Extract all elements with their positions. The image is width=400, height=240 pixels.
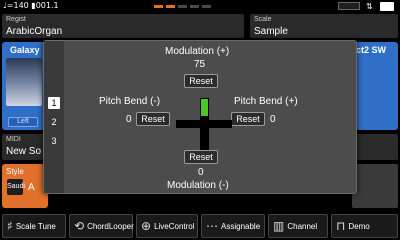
tempo-readout[interactable]: ♩=140 ▮001.1	[3, 1, 59, 10]
midi-label: MIDI	[6, 136, 21, 143]
modulation-level-indicator	[201, 99, 208, 116]
modulation-minus-value: 0	[198, 167, 204, 178]
demo-button[interactable]: ⊓ Demo	[331, 214, 398, 238]
left-badge[interactable]: Left	[8, 117, 38, 127]
style-label: Style	[6, 167, 24, 176]
tempo-value: ♩=140	[3, 1, 29, 10]
channel-icon: ▥	[273, 219, 285, 233]
style-value: A	[28, 182, 35, 193]
pitch-bend-minus-value: 0	[126, 114, 132, 125]
bar-beat-value: 001.1	[35, 1, 59, 10]
pitch-bend-minus-reset-button[interactable]: Reset	[136, 112, 170, 126]
demo-label: Demo	[348, 221, 370, 231]
scale-tune-label: Scale Tune	[15, 221, 56, 231]
scale-label: Scale	[254, 16, 272, 23]
popup-tab-2[interactable]: 2	[48, 116, 60, 128]
scale-panel[interactable]: Scale Sample	[250, 14, 398, 38]
midi-value: New So	[6, 146, 42, 157]
status-bar: ♩=140 ▮001.1 ⇅	[0, 0, 400, 12]
modulation-plus-value: 75	[194, 59, 206, 70]
beat-indicator-2	[166, 5, 175, 8]
midi-panel[interactable]: MIDI New So	[2, 134, 48, 160]
voice-left-title: Galaxy	[10, 45, 40, 55]
beat-indicator-5	[202, 5, 211, 8]
controller-cross-horizontal	[176, 120, 232, 128]
popup-tab-3[interactable]: 3	[48, 135, 60, 147]
usb-icon[interactable]	[380, 2, 394, 11]
regist-value: ArabicOrgan	[6, 26, 63, 37]
beat-indicator-1	[154, 5, 163, 8]
style-panel-right[interactable]	[352, 164, 398, 208]
live-control-button[interactable]: ⊕ LiveControl	[136, 214, 198, 238]
popup-tab-1[interactable]: 1	[48, 97, 60, 109]
demo-icon: ⊓	[336, 219, 346, 233]
pitch-bend-minus-label: Pitch Bend (-)	[99, 96, 161, 107]
style-icon: Saudi	[7, 179, 25, 195]
beat-indicator-4	[190, 5, 199, 8]
modulation-plus-label: Modulation (+)	[165, 46, 230, 57]
modulation-minus-label: Modulation (-)	[167, 180, 229, 191]
volume-meter	[338, 2, 360, 10]
live-control-icon: ⊕	[141, 219, 152, 233]
chord-looper-button[interactable]: ⟲ ChordLooper	[69, 214, 134, 238]
chord-looper-icon: ⟲	[74, 219, 85, 233]
beat-indicator-3	[178, 5, 187, 8]
assignable-icon: ⋯	[206, 219, 218, 233]
midi-panel-right[interactable]	[352, 134, 398, 160]
channel-label: Channel	[287, 221, 318, 231]
popup-tabs: 1 2 3	[44, 41, 64, 193]
scale-tune-button[interactable]: ♯ Scale Tune	[2, 214, 66, 238]
modulation-minus-reset-button[interactable]: Reset	[184, 150, 218, 164]
voice-card-left[interactable]: Galaxy Left	[2, 42, 48, 130]
live-control-label: LiveControl	[154, 221, 195, 231]
bottom-toolbar: ♯ Scale Tune ⟲ ChordLooper ⊕ LiveControl…	[0, 212, 400, 240]
scale-tune-icon: ♯	[7, 219, 13, 233]
scale-value: Sample	[254, 26, 288, 37]
regist-label: Regist	[6, 16, 26, 23]
pitch-bend-plus-value: 0	[270, 114, 276, 125]
assignable-label: Assignable	[221, 221, 261, 231]
modulation-plus-reset-button[interactable]: Reset	[184, 74, 218, 88]
regist-panel[interactable]: Regist ArabicOrgan	[2, 14, 244, 38]
style-panel[interactable]: Style Saudi A	[2, 164, 48, 208]
chord-looper-label: ChordLooper	[87, 221, 134, 231]
controller-popup: 1 2 3 Modulation (+) 75 Reset Pitch Bend…	[43, 40, 357, 194]
channel-button[interactable]: ▥ Channel	[268, 214, 328, 238]
assignable-button[interactable]: ⋯ Assignable	[201, 214, 265, 238]
voice-right-title: ct2 SW	[356, 45, 387, 55]
transpose-icon[interactable]: ⇅	[366, 2, 376, 11]
voice-card-right[interactable]: ct2 SW	[352, 42, 398, 130]
voice-left-image	[6, 58, 42, 106]
pitch-bend-plus-reset-button[interactable]: Reset	[231, 112, 265, 126]
pitch-bend-plus-label: Pitch Bend (+)	[234, 96, 298, 107]
